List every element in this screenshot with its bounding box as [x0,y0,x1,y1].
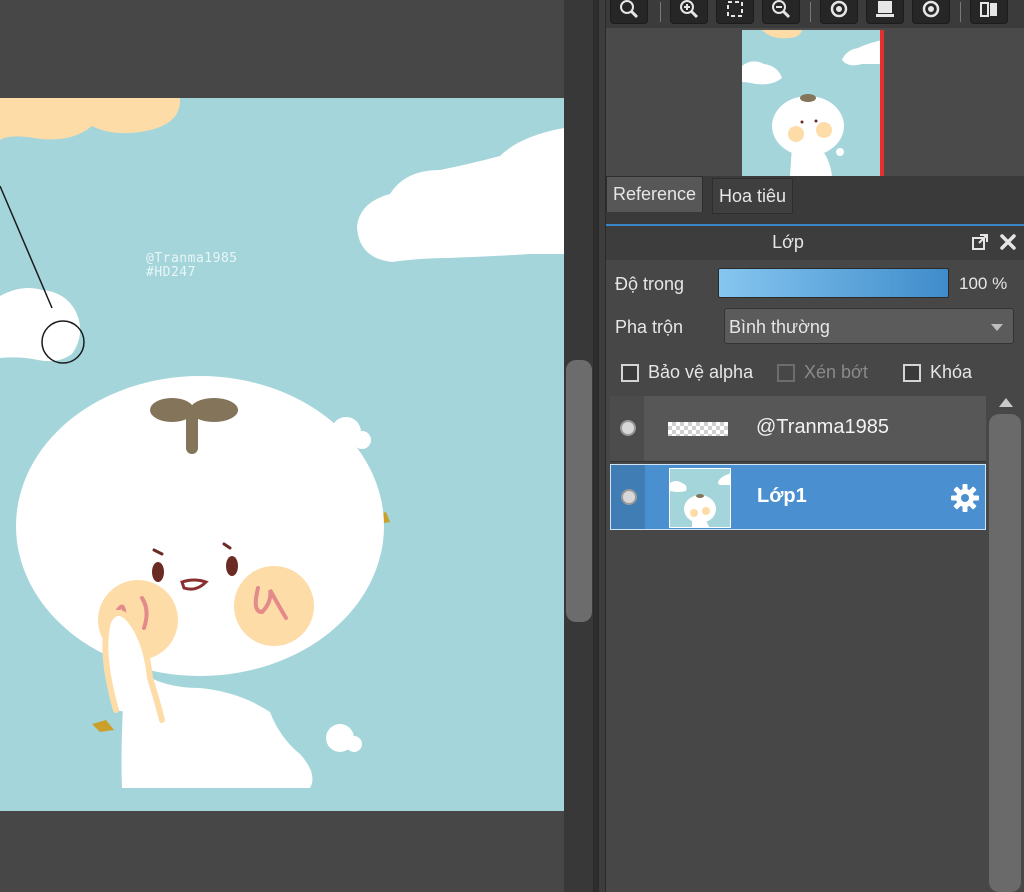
view-toolbar [606,0,1024,28]
watermark-line-2: #HD247 [146,265,196,280]
opacity-label: Độ trong [615,274,685,294]
fit-screen-icon[interactable] [716,0,754,24]
layers-panel-header: Lớp [606,224,1024,260]
layer-item-watermark[interactable]: @Tranma1985 [610,396,986,462]
navigator-thumbnail[interactable] [742,30,882,176]
undock-panel-icon[interactable] [970,232,990,252]
zoom-out-icon[interactable] [762,0,800,24]
tab-navigator[interactable]: Hoa tiêu [712,178,794,214]
lock-checkbox[interactable]: Khóa [903,362,972,383]
layer-item-lop1[interactable]: Lớp1 [610,464,986,530]
layer-thumbnail-transparent [668,422,728,436]
eye-icon[interactable] [620,420,636,436]
layer-list-scrollbar[interactable] [988,396,1024,892]
close-panel-icon[interactable] [998,232,1018,252]
opacity-slider[interactable] [718,268,949,298]
rotate-left-icon[interactable] [820,0,858,24]
chevron-down-icon [991,324,1003,331]
flip-icon[interactable] [970,0,1008,24]
blend-mode-value: Bình thường [729,317,830,337]
tab-reference[interactable]: Reference [606,176,704,212]
canvas-vertical-scrollbar[interactable] [564,0,598,892]
clipping-checkbox: Xén bớt [777,362,868,383]
lock-label: Khóa [930,362,973,382]
toolbar-separator [960,2,961,22]
artwork-illustration [0,98,564,788]
right-panel: Reference Hoa tiêu Lớp Độ trong 100 % Ph… [606,0,1024,892]
canvas-area[interactable]: @Tranma1985 #HD247 [0,0,564,892]
blend-mode-label: Pha trộn [615,317,684,337]
eye-icon[interactable] [621,489,637,505]
zoom-icon[interactable] [610,0,648,24]
navigator-panel[interactable] [606,28,1024,176]
protect-alpha-label: Bảo vệ alpha [648,362,754,382]
watermark-line-1: @Tranma1985 [146,251,238,266]
checkbox-box[interactable] [621,363,639,382]
layer-name[interactable]: @Tranma1985 [756,416,889,439]
scrollbar-thumb[interactable] [566,360,592,622]
blend-mode-select[interactable]: Bình thường [724,308,1014,344]
layers-panel-title: Lớp [772,232,804,252]
watermark-text: @Tranma1985 #HD247 [146,252,238,280]
navigator-viewport-marker [880,30,884,176]
scrollbar-thumb[interactable] [989,414,1021,892]
gear-icon[interactable] [949,482,981,514]
reset-view-icon[interactable] [866,0,904,24]
protect-alpha-checkbox[interactable]: Bảo vệ alpha [621,362,753,383]
checkbox-box [777,363,795,382]
opacity-value: 100 % [959,274,1008,293]
panel-tabbar: Reference Hoa tiêu [606,176,1024,224]
toolbar-separator [810,2,811,22]
layer-list[interactable]: @Tranma1985 Lớp1 [610,396,988,892]
layer-thumbnail [669,468,731,528]
layer-name[interactable]: Lớp1 [757,485,807,508]
checkbox-box[interactable] [903,363,921,382]
rotate-right-icon[interactable] [912,0,950,24]
scroll-up-icon[interactable] [999,398,1013,407]
panel-splitter[interactable] [598,0,606,892]
zoom-in-icon[interactable] [670,0,708,24]
clipping-label: Xén bớt [804,362,868,382]
artwork-canvas[interactable]: @Tranma1985 #HD247 [0,98,564,811]
toolbar-separator [660,2,661,22]
